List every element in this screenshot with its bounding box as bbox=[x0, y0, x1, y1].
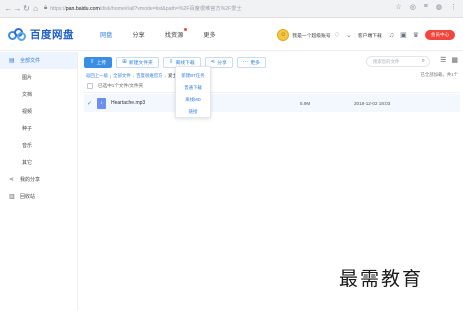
menu-item-link[interactable]: 链接 bbox=[176, 106, 210, 118]
home-icon[interactable]: ⌂ bbox=[31, 3, 40, 15]
forward-arrow-icon[interactable]: → bbox=[13, 3, 22, 15]
more-vert-icon[interactable]: ⋮ bbox=[450, 3, 457, 11]
lock-icon: 🔒︎ bbox=[44, 5, 48, 11]
search-input[interactable]: 搜索您的文件 ⌕ bbox=[366, 56, 430, 67]
check-icon[interactable]: ✓ bbox=[87, 100, 93, 107]
menu-item-new-bt-task[interactable]: 新建BT任务 bbox=[176, 70, 210, 82]
upload-button[interactable]: ⇧ 上传 bbox=[84, 56, 113, 68]
offline-download-menu: 新建BT任务 普通下载 离线MD 链接 bbox=[175, 66, 211, 118]
select-all-label: 已选中1个文件/文件夹 bbox=[98, 83, 144, 88]
chevron-down-icon[interactable]: ⌄ bbox=[346, 31, 352, 39]
share-icon: ⋖ bbox=[9, 177, 15, 183]
profile-icon[interactable]: ◍ bbox=[436, 3, 442, 11]
sidebar-item-documents[interactable]: 文档 bbox=[0, 86, 77, 103]
avatar[interactable]: ☺ bbox=[277, 29, 290, 41]
back-arrow-icon[interactable]: ← bbox=[4, 3, 13, 15]
url-host: pan.baidu.com bbox=[65, 5, 100, 12]
folder-icon: ▤ bbox=[9, 58, 15, 64]
cloud-logo-icon bbox=[8, 27, 26, 42]
extension-icon[interactable]: ◎ bbox=[410, 3, 416, 11]
member-center-button[interactable]: 会员中心 bbox=[425, 30, 455, 40]
app-header: 百度网盘 网盘 分享 找资源 更多 ☺ 我是一个超级账号 ♢ ⌄ 客户端下载 ♫… bbox=[0, 19, 463, 51]
nav-item-share[interactable]: 分享 bbox=[132, 19, 144, 51]
bell-icon[interactable]: ♫ bbox=[389, 32, 394, 39]
grid-view-icon[interactable]: ▦ bbox=[451, 56, 458, 64]
top-nav: 网盘 分享 找资源 更多 bbox=[100, 19, 236, 51]
list-header: 已选中1个文件/文件夹 bbox=[84, 80, 460, 93]
notification-dot bbox=[184, 27, 188, 31]
menu-icon[interactable]: ≡ bbox=[424, 3, 428, 11]
menu-item-offline-md[interactable]: 离线MD bbox=[176, 94, 210, 106]
vip-diamond-icon[interactable]: ♢ bbox=[334, 31, 340, 39]
logo-text: 百度网盘 bbox=[30, 29, 74, 41]
search-icon[interactable]: ⌕ bbox=[422, 58, 425, 65]
download-icon: ⇩ bbox=[168, 59, 174, 65]
sidebar-item-other[interactable]: 其它 bbox=[0, 154, 77, 171]
loaded-count: 已全部加载，共1个 bbox=[420, 72, 458, 77]
new-folder-button[interactable]: ⊞ 新建文件夹 bbox=[116, 56, 159, 68]
folder-plus-icon: ⊞ bbox=[122, 59, 127, 65]
sidebar-item-torrents[interactable]: 种子 bbox=[0, 120, 77, 137]
url-path: /disk/home#/all?vmode=list&path=%2F百度很难官… bbox=[99, 6, 242, 12]
sidebar-item-images[interactable]: 图片 bbox=[0, 69, 77, 86]
shirt-icon[interactable]: ♛ bbox=[413, 31, 419, 39]
username[interactable]: 我是一个超级账号 bbox=[292, 32, 330, 39]
sidebar: ▤ 全部文件 图片 文档 视频 种子 音乐 其它 ⋖ 我的分享 ▥ 回收站 bbox=[0, 52, 78, 311]
logo[interactable]: 百度网盘 bbox=[8, 27, 86, 42]
sidebar-item-music[interactable]: 音乐 bbox=[0, 137, 77, 154]
nav-item-disk[interactable]: 网盘 bbox=[100, 19, 112, 51]
url-scheme: https:// bbox=[50, 5, 66, 12]
sidebar-item-my-shares[interactable]: ⋖ 我的分享 bbox=[0, 171, 77, 188]
menu-item-normal-download[interactable]: 普通下载 bbox=[176, 82, 210, 94]
star-icon[interactable]: ☆ bbox=[395, 3, 401, 11]
nav-item-more[interactable]: 更多 bbox=[203, 19, 215, 51]
upload-icon: ⇧ bbox=[90, 59, 95, 65]
watermark: 最需教育 bbox=[339, 268, 424, 290]
sidebar-item-videos[interactable]: 视频 bbox=[0, 103, 77, 120]
message-icon[interactable]: ▣ bbox=[400, 31, 407, 39]
more-button[interactable]: ⋯ 更多 bbox=[236, 56, 266, 68]
breadcrumb-folder[interactable]: 百度很难官方 bbox=[136, 73, 162, 79]
reload-icon[interactable]: ↻ bbox=[22, 3, 31, 15]
file-size: 5.9M bbox=[300, 100, 311, 106]
file-date: 2018-12-02 18:03 bbox=[354, 100, 391, 106]
trash-icon: ▥ bbox=[9, 194, 15, 200]
address-bar[interactable]: 🔒︎ https:// pan.baidu.com /disk/home#/al… bbox=[44, 3, 344, 15]
file-toolbar: ⇧ 上传 ⊞ 新建文件夹 ⇩ 离线下载 ⋖ 分享 ⋯ 更多 搜索您的文件 ⌕ ☰ ▦ bbox=[84, 56, 460, 68]
breadcrumb-back[interactable]: 返回上一级 bbox=[86, 73, 108, 79]
client-download-link[interactable]: 客户端下载 bbox=[358, 32, 382, 39]
sort-icon[interactable]: ☰ bbox=[440, 56, 446, 64]
breadcrumb: 返回上一级 | 全部文件 › 百度很难官方 › 爱士 已全部加载，共1个 bbox=[86, 72, 458, 79]
audio-file-icon: ♪ bbox=[97, 97, 106, 109]
share-icon: ⋖ bbox=[210, 59, 216, 65]
nav-item-find-resources[interactable]: 找资源 bbox=[165, 19, 188, 51]
sidebar-item-recycle-bin[interactable]: ▥ 回收站 bbox=[0, 188, 77, 205]
select-all-checkbox[interactable] bbox=[87, 83, 93, 89]
more-dots-icon: ⋯ bbox=[242, 59, 249, 65]
table-row[interactable]: ✓ ♪ Heartache.mp3 5.9M 2018-12-02 18:03 bbox=[84, 94, 460, 112]
browser-toolbar: ← → ↻ ⌂ 🔒︎ https:// pan.baidu.com /disk/… bbox=[0, 0, 463, 18]
sidebar-item-all-files[interactable]: ▤ 全部文件 bbox=[0, 52, 77, 69]
breadcrumb-all-files[interactable]: 全部文件 bbox=[113, 73, 131, 79]
